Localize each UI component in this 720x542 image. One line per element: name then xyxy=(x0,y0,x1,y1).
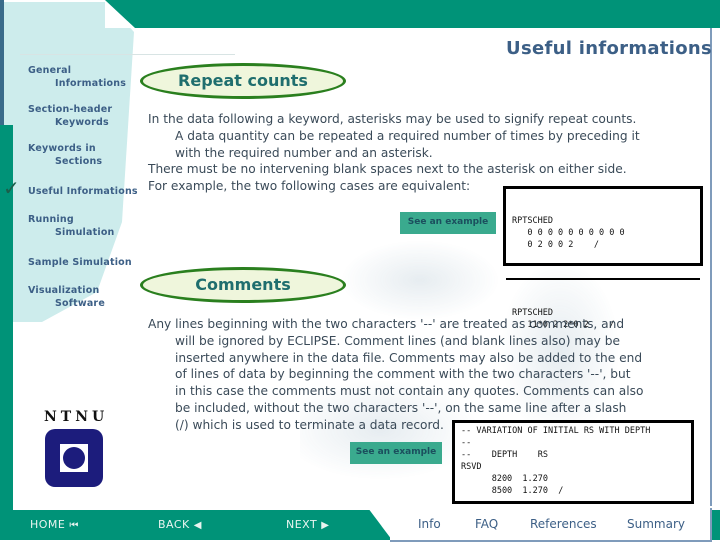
sidebar-item-label: Running xyxy=(28,214,74,225)
code-example-repeat: RPTSCHED 0 0 0 0 0 0 0 0 0 0 0 2 0 0 2 /… xyxy=(503,186,703,330)
sidebar-item-label: Simulation xyxy=(55,227,115,238)
home-label: HOME xyxy=(30,518,66,531)
paragraph-line: will be ignored by ECLIPSE. Comment line… xyxy=(175,333,620,348)
sidebar-item-label: Sections xyxy=(55,156,103,167)
sidebar-item-keywords-in-sections[interactable]: Keywords in Sections xyxy=(28,142,102,168)
sidebar-item-label: Section-header xyxy=(28,104,113,115)
ntnu-logo-icon xyxy=(45,429,103,487)
back-button[interactable]: BACK ◀ xyxy=(158,518,202,531)
section-title-text: Repeat counts xyxy=(178,71,308,90)
check-icon: ✓ xyxy=(3,176,20,200)
code-block-a: RPTSCHED 0 0 0 0 0 0 0 0 0 0 0 2 0 0 2 / xyxy=(512,216,625,250)
sidebar-item-sample-simulation[interactable]: Sample Simulation xyxy=(28,256,132,269)
code-example-comments: -- VARIATION OF INITIAL RS WITH DEPTH --… xyxy=(452,420,694,504)
see-example-button-repeat[interactable]: See an example xyxy=(400,212,496,234)
link-summary[interactable]: Summary xyxy=(627,517,685,531)
paragraph-line: A data quantity can be repeated a requir… xyxy=(175,128,640,143)
sidebar-item-general-informations[interactable]: General Informations xyxy=(28,64,126,90)
page-title: Useful informations xyxy=(506,38,712,59)
paragraph-line: There must be no intervening blank space… xyxy=(148,162,627,177)
home-button[interactable]: HOME ⏮ xyxy=(30,518,79,531)
arrow-right-icon: ▶ xyxy=(321,520,330,531)
sidebar-item-section-header-keywords[interactable]: Section-header Keywords xyxy=(28,103,112,129)
sidebar-item-label: Keywords xyxy=(55,117,109,128)
section-title-comments: Comments xyxy=(140,267,346,303)
skip-back-icon: ⏮ xyxy=(69,520,79,531)
paragraph-line: in this case the comments must not conta… xyxy=(175,384,644,399)
paragraph-line: with the required number and an asterisk… xyxy=(175,145,433,160)
sidebar-item-label: Software xyxy=(55,298,105,309)
section-title-text: Comments xyxy=(195,275,291,294)
link-faq[interactable]: FAQ xyxy=(475,517,498,531)
paragraph-line: Any lines beginning with the two charact… xyxy=(148,317,625,331)
next-button[interactable]: NEXT ▶ xyxy=(286,518,329,531)
sidebar-item-label: Informations xyxy=(55,78,127,89)
comments-paragraph: Any lines beginning with the two charact… xyxy=(148,316,688,434)
paragraph-line: of lines of data by beginning the commen… xyxy=(175,367,631,382)
sidebar-item-label: Useful Informations xyxy=(28,186,138,197)
next-label: NEXT xyxy=(286,518,318,531)
header-band xyxy=(105,0,720,28)
link-references[interactable]: References xyxy=(530,517,597,531)
sidebar-item-visualization-software[interactable]: Visualization Software xyxy=(28,284,105,310)
sidebar-item-label: General xyxy=(28,65,72,76)
sidebar-item-label: Keywords in xyxy=(28,143,96,154)
arrow-left-icon: ◀ xyxy=(193,520,202,531)
sidebar-item-useful-informations[interactable]: Useful Informations xyxy=(28,185,138,198)
link-info[interactable]: Info xyxy=(418,517,441,531)
divider xyxy=(20,54,235,55)
sidebar-item-label: Sample Simulation xyxy=(28,257,132,268)
sidebar-item-label: Visualization xyxy=(28,285,100,296)
paragraph-line: In the data following a keyword, asteris… xyxy=(148,112,637,126)
repeat-counts-paragraph: In the data following a keyword, asteris… xyxy=(148,111,668,195)
sidebar-item-running-simulation[interactable]: Running Simulation xyxy=(28,213,115,239)
ntnu-logo-text: NTNU xyxy=(44,409,109,425)
paragraph-line: be included, without the two characters … xyxy=(175,400,627,415)
paragraph-line: inserted anywhere in the data file. Comm… xyxy=(175,350,643,365)
back-label: BACK xyxy=(158,518,190,531)
see-example-button-comments[interactable]: See an example xyxy=(350,442,442,464)
section-title-repeat-counts: Repeat counts xyxy=(140,63,346,99)
